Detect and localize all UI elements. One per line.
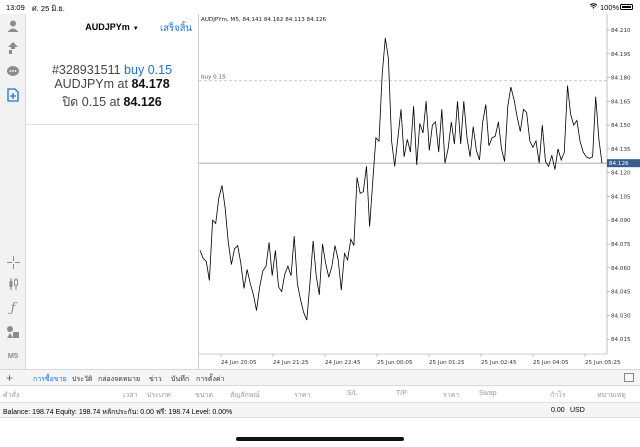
chat-icon[interactable] (4, 63, 22, 79)
x-tick-label: 25 Jun 05:25 (585, 360, 621, 366)
order-close-line: ปิด 0.15 at 84.126 (26, 92, 198, 112)
battery-icon (620, 4, 633, 10)
objects-icon[interactable] (4, 324, 22, 340)
balance-summary: Balance: 198.74 Equity: 198.74 หลักประกั… (3, 409, 233, 416)
current-price-value: 84.126 (609, 161, 629, 167)
y-tick-label: 84.105 (611, 194, 631, 200)
wifi-icon (589, 1, 598, 12)
order-close-price: 84.126 (123, 95, 162, 109)
order-close-at-word: at (109, 95, 121, 109)
indicator-function-icon[interactable]: ƒ (4, 300, 22, 316)
column-type: ประเภท (147, 392, 171, 399)
balance-bar: Balance: 198.74 Equity: 198.74 หลักประกั… (0, 402, 640, 418)
column-symbol: สัญลักษณ์ (230, 392, 260, 399)
chevron-down-icon: ▼ (132, 26, 139, 32)
x-tick-label: 25 Jun 00:05 (377, 360, 413, 366)
left-toolbar: ƒ M5 (0, 14, 26, 369)
y-tick-label: 84.045 (611, 290, 631, 296)
column-profit: กำไร (550, 392, 566, 399)
column-order: คำสั่ง (3, 392, 20, 399)
trade-arrows-icon[interactable] (4, 40, 22, 56)
y-tick-label: 84.120 (611, 171, 631, 177)
column-price: ราคา (294, 392, 311, 399)
order-symbol: AUDJPYm (54, 77, 115, 91)
add-icon[interactable]: + (6, 371, 13, 385)
y-tick-label: 84.030 (611, 313, 631, 319)
order-volume: 0.15 (147, 63, 173, 77)
price-chart[interactable]: 84.210 84.195 84.180 84.165 84.150 84.135 84.1… (198, 14, 640, 369)
status-bar: 13:09 ศ. 25 มิ.ย. 100% (0, 0, 640, 14)
x-tick-label: 25 Jun 01:25 (429, 360, 465, 366)
account-icon[interactable] (4, 18, 22, 34)
candlestick-icon[interactable] (4, 276, 22, 292)
order-side: buy (124, 63, 145, 77)
column-current-price: ราคา (443, 392, 460, 399)
y-tick-label: 84.210 (611, 28, 631, 34)
column-tp: T/P (396, 390, 407, 397)
terminal-tabs: + การซื้อขาย ประวัติ กล่องจดหมาย ข่าว บั… (0, 369, 640, 386)
x-tick-label: 25 Jun 02:45 (481, 360, 517, 366)
x-tick-label: 24 Jun 22:45 (325, 360, 361, 366)
order-open-line: AUDJPYm at 84.178 (26, 77, 198, 91)
y-tick-label: 84.075 (611, 242, 631, 248)
column-sl: S/L (347, 390, 358, 397)
y-tick-label: 84.180 (611, 76, 631, 82)
order-close-word: ปิด (62, 95, 79, 109)
y-tick-label: 84.060 (611, 266, 631, 272)
tab-history[interactable]: ประวัติ (72, 374, 92, 385)
tab-settings[interactable]: การตั้งค่า (196, 374, 225, 385)
order-at-word: at (117, 77, 128, 91)
crosshair-icon[interactable] (4, 254, 22, 270)
tab-trade[interactable]: การซื้อขาย (33, 374, 67, 385)
symbol-name: AUDJPYm (85, 22, 130, 32)
home-indicator (236, 437, 404, 441)
price-series-line (199, 37, 603, 321)
tab-journal[interactable]: บันทึก (171, 374, 189, 385)
chart-header: AUDJPYm, M5, 84.141 84.162 84.113 84.126 (201, 17, 327, 23)
order-ticket: #328931511 (51, 63, 121, 77)
battery-percent: 100% (600, 3, 620, 12)
order-ticket-line: #328931511 buy 0.15 (26, 63, 198, 77)
x-tick-label: 25 Jun 04:05 (533, 360, 569, 366)
order-open-price: 84.178 (131, 77, 170, 91)
price-chart-svg[interactable]: 84.210 84.195 84.180 84.165 84.150 84.135 84.1… (199, 14, 640, 369)
order-level-label: buy 0.15 (201, 75, 226, 81)
account-currency: USD (570, 407, 585, 414)
order-panel: AUDJPYm ▼ เสร็จสิ้น #328931511 buy 0.15 A… (26, 14, 198, 125)
done-button[interactable]: เสร็จสิ้น (160, 21, 192, 36)
x-tick-label: 24 Jun 21:25 (273, 360, 309, 366)
expand-icon[interactable] (624, 373, 634, 382)
y-tick-label: 84.165 (611, 99, 631, 105)
column-comment: หมายเหตุ (597, 392, 626, 399)
timeframe-icon[interactable]: M5 (4, 347, 22, 363)
y-tick-label: 84.090 (611, 218, 631, 224)
y-tick-label: 84.015 (611, 337, 631, 343)
trade-table-header: คำสั่ง เวลา ประเภท ขนาด สัญลักษณ์ ราคา S… (0, 386, 640, 402)
y-tick-label: 84.195 (611, 52, 631, 58)
x-tick-label: 24 Jun 20:05 (221, 360, 257, 366)
order-close-volume: 0.15 (81, 95, 107, 109)
y-tick-label: 84.150 (611, 123, 631, 129)
y-tick-label: 84.135 (611, 147, 631, 153)
column-swap: Swap (479, 390, 497, 397)
tab-mailbox[interactable]: กล่องจดหมาย (98, 374, 140, 385)
new-order-icon[interactable] (4, 87, 22, 103)
tab-news[interactable]: ข่าว (149, 374, 162, 385)
column-time: เวลา (123, 392, 138, 399)
status-time: 13:09 (6, 3, 25, 12)
total-profit: 0.00 (551, 407, 565, 414)
column-volume: ขนาด (195, 392, 214, 399)
